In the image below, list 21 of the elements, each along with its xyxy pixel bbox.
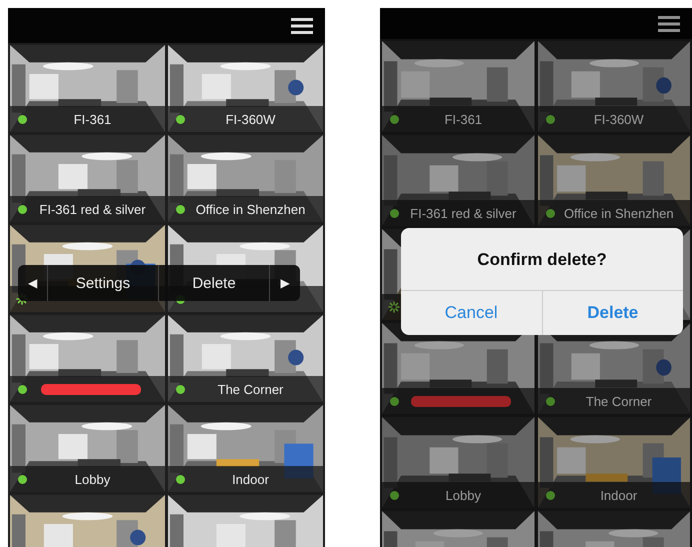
menu-item[interactable]: Settings — [48, 265, 159, 301]
camera-name: The Corner — [216, 382, 284, 396]
camera-name: Office in Shenzhen — [562, 206, 674, 220]
camera-name: FI-360W — [592, 112, 644, 126]
dialog-title: Confirm delete? — [477, 250, 607, 270]
menu-icon[interactable] — [658, 16, 680, 32]
camera-name: Lobby — [444, 488, 481, 502]
camera-name: FI-361 red & silver — [409, 206, 516, 220]
camera-name: Lobby — [74, 472, 110, 486]
camera-name: FI-360W — [224, 112, 276, 126]
camera-name: The Corner — [584, 394, 652, 408]
camera-name: Office in Shenzhen — [194, 202, 306, 216]
menu-icon[interactable] — [291, 18, 313, 34]
camera-name: FI-361 — [72, 112, 112, 126]
camera-name: FI-361 red & silver — [38, 202, 146, 216]
previous-button[interactable]: ◀ — [18, 265, 48, 301]
camera-name: Indoor — [231, 472, 269, 486]
menu-item[interactable]: Delete — [159, 265, 270, 301]
next-button[interactable]: ▶ — [270, 265, 300, 301]
camera-name: FI-361 — [443, 112, 482, 126]
camera-name: Indoor — [599, 488, 638, 502]
